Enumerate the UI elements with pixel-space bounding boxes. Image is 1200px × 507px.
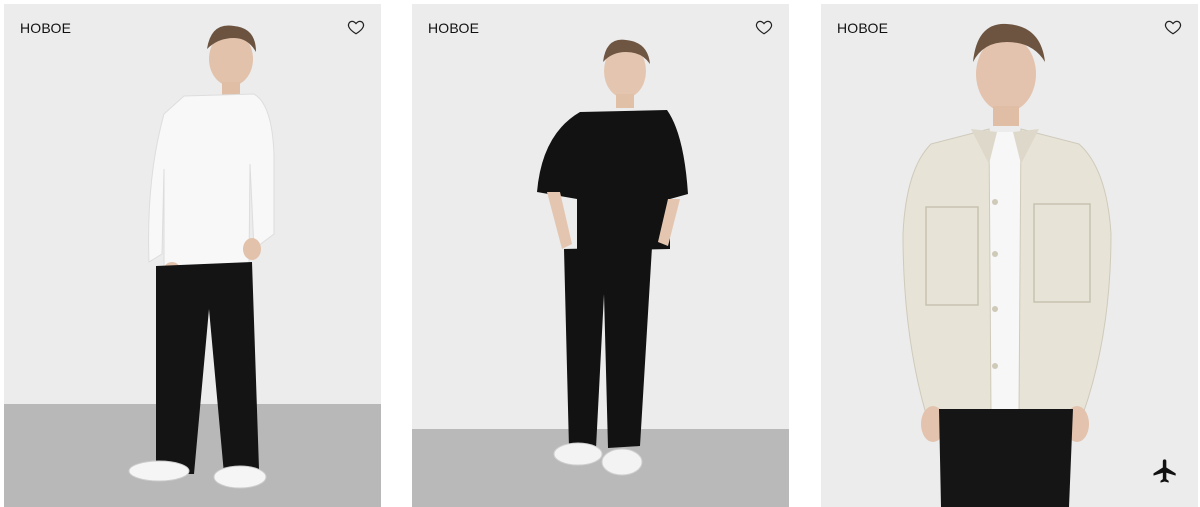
product-grid: НОВОЕ НОВОЕ НОВОЕ	[0, 0, 1200, 507]
product-card[interactable]: НОВОЕ	[4, 4, 381, 507]
product-card[interactable]: НОВОЕ	[821, 4, 1198, 507]
new-badge: НОВОЕ	[837, 20, 889, 36]
product-photo[interactable]	[4, 4, 381, 507]
airplane-icon	[1150, 457, 1178, 485]
product-photo[interactable]	[821, 4, 1198, 507]
heart-icon[interactable]	[755, 18, 773, 36]
product-card[interactable]: НОВОЕ	[412, 4, 789, 507]
product-photo[interactable]	[412, 4, 789, 507]
new-badge: НОВОЕ	[428, 20, 480, 36]
heart-icon[interactable]	[347, 18, 365, 36]
heart-icon[interactable]	[1164, 18, 1182, 36]
new-badge: НОВОЕ	[20, 20, 72, 36]
